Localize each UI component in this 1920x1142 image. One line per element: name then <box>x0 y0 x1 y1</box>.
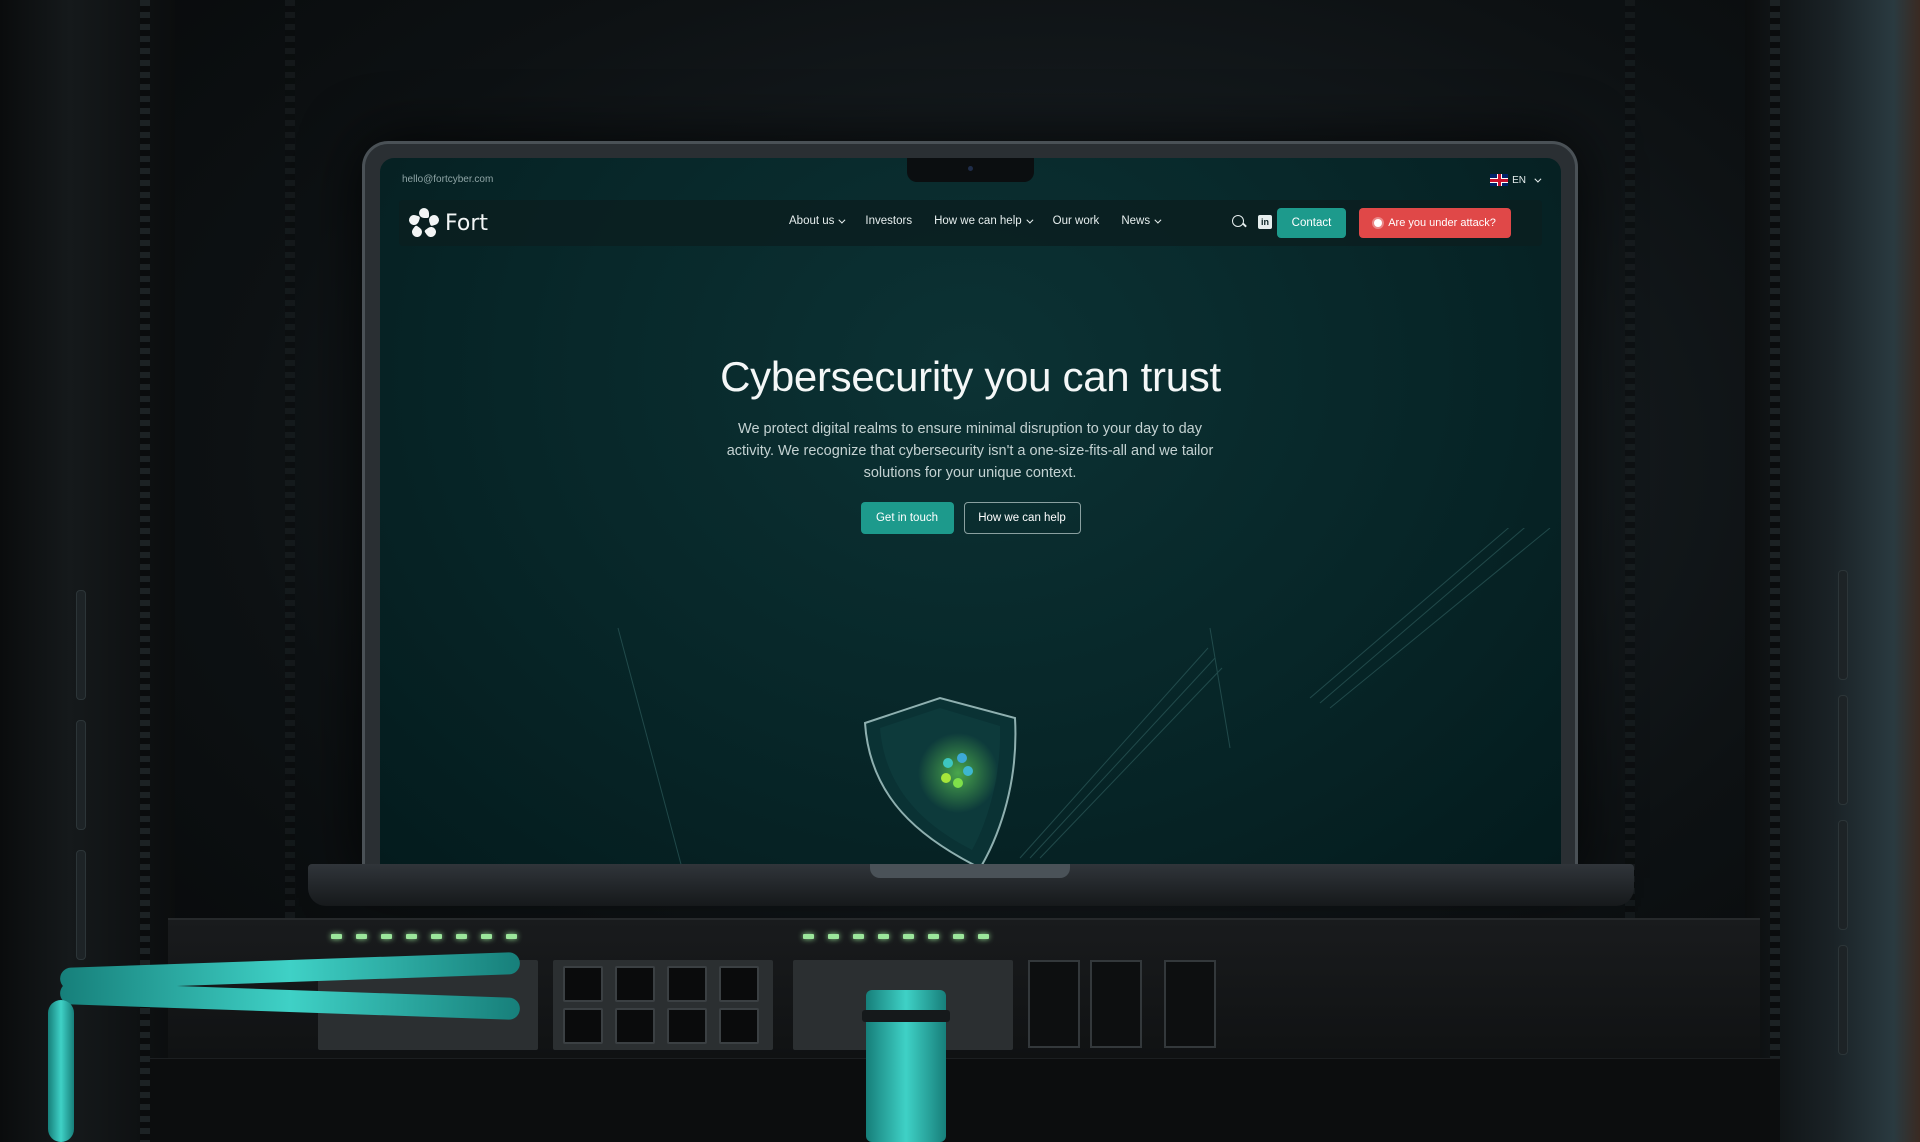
ethernet-cable <box>48 1000 74 1142</box>
chevron-down-icon <box>1534 175 1542 183</box>
alert-dot-icon <box>1374 219 1383 227</box>
nav-item-how-we-can-help[interactable]: How we can help <box>934 215 1034 227</box>
chevron-down-icon <box>1154 216 1162 224</box>
ethernet-port <box>667 1008 707 1044</box>
sfp-port <box>1028 960 1080 1048</box>
status-led <box>381 934 392 939</box>
status-led <box>431 934 442 939</box>
rack-handle <box>76 590 86 700</box>
ethernet-port <box>563 966 603 1002</box>
nav-item-label: Investors <box>865 215 913 227</box>
under-attack-label: Are you under attack? <box>1388 217 1496 229</box>
shield-icon <box>863 696 1017 864</box>
search-icon[interactable] <box>1232 215 1246 229</box>
sfp-port <box>1164 960 1216 1048</box>
linkedin-icon[interactable]: in <box>1258 215 1272 229</box>
rack-lower-unit <box>150 1058 1780 1142</box>
status-led <box>903 934 914 939</box>
nav-item-news[interactable]: News <box>1121 215 1162 227</box>
main-navbar: Fort About us Investors How we can help … <box>399 200 1542 246</box>
rack-handle <box>76 720 86 830</box>
rack-handle <box>1838 945 1848 1055</box>
status-led <box>331 934 342 939</box>
nav-item-investors[interactable]: Investors <box>865 215 912 227</box>
status-led <box>878 934 889 939</box>
under-attack-button[interactable]: Are you under attack? <box>1359 208 1511 238</box>
contact-email-link[interactable]: hello@fortcyber.com <box>402 174 493 185</box>
nav-links: About us Investors How we can help Our w… <box>789 215 1162 227</box>
brand-logo[interactable]: Fort <box>407 208 489 239</box>
nav-item-label: How we can help <box>934 215 1022 227</box>
status-led <box>356 934 367 939</box>
nav-item-about-us[interactable]: About us <box>789 215 846 227</box>
nav-item-our-work[interactable]: Our work <box>1053 215 1100 227</box>
network-switch <box>168 918 1760 1058</box>
brand-name: Fort <box>445 210 489 236</box>
status-led <box>853 934 864 939</box>
hero-title: Cybersecurity you can trust <box>720 353 1221 400</box>
uk-flag-icon <box>1490 174 1509 186</box>
status-led <box>953 934 964 939</box>
rack-handle <box>1838 695 1848 805</box>
ethernet-port <box>615 1008 655 1044</box>
nav-icons: in <box>1232 215 1272 229</box>
rack-handle <box>1838 820 1848 930</box>
ethernet-port <box>667 966 707 1002</box>
cable-tie <box>862 1010 950 1022</box>
language-label: EN <box>1512 174 1526 186</box>
rack-handle <box>76 850 86 960</box>
status-led <box>406 934 417 939</box>
sfp-port <box>1090 960 1142 1048</box>
language-selector[interactable]: EN <box>1490 174 1542 186</box>
status-led <box>506 934 517 939</box>
nav-item-label: News <box>1121 215 1151 227</box>
rack-handle <box>1838 570 1848 680</box>
chevron-down-icon <box>1026 216 1034 224</box>
status-led <box>928 934 939 939</box>
laptop-hinge-notch <box>870 864 1070 878</box>
ethernet-port <box>563 1008 603 1044</box>
rack-rail <box>1770 0 1780 1142</box>
status-led <box>978 934 989 939</box>
hero-subtitle: We protect digital realms to ensure mini… <box>726 421 1214 481</box>
status-led <box>481 934 492 939</box>
ethernet-port <box>719 966 759 1002</box>
contact-button[interactable]: Contact <box>1277 208 1346 238</box>
camera-icon <box>968 166 973 171</box>
ethernet-port <box>719 1008 759 1044</box>
status-led <box>456 934 467 939</box>
top-bar: hello@fortcyber.com EN <box>402 174 1542 194</box>
nav-item-label: Our work <box>1052 215 1100 227</box>
status-led <box>803 934 814 939</box>
laptop-screen: hello@fortcyber.com EN Fort About us Inv… <box>380 158 1561 864</box>
fort-logo-icon <box>407 208 441 239</box>
chevron-down-icon <box>838 216 846 224</box>
hero-illustration <box>617 528 1551 864</box>
port-block <box>553 960 773 1050</box>
nav-item-label: About us <box>789 215 835 227</box>
ethernet-port <box>615 966 655 1002</box>
status-led <box>828 934 839 939</box>
